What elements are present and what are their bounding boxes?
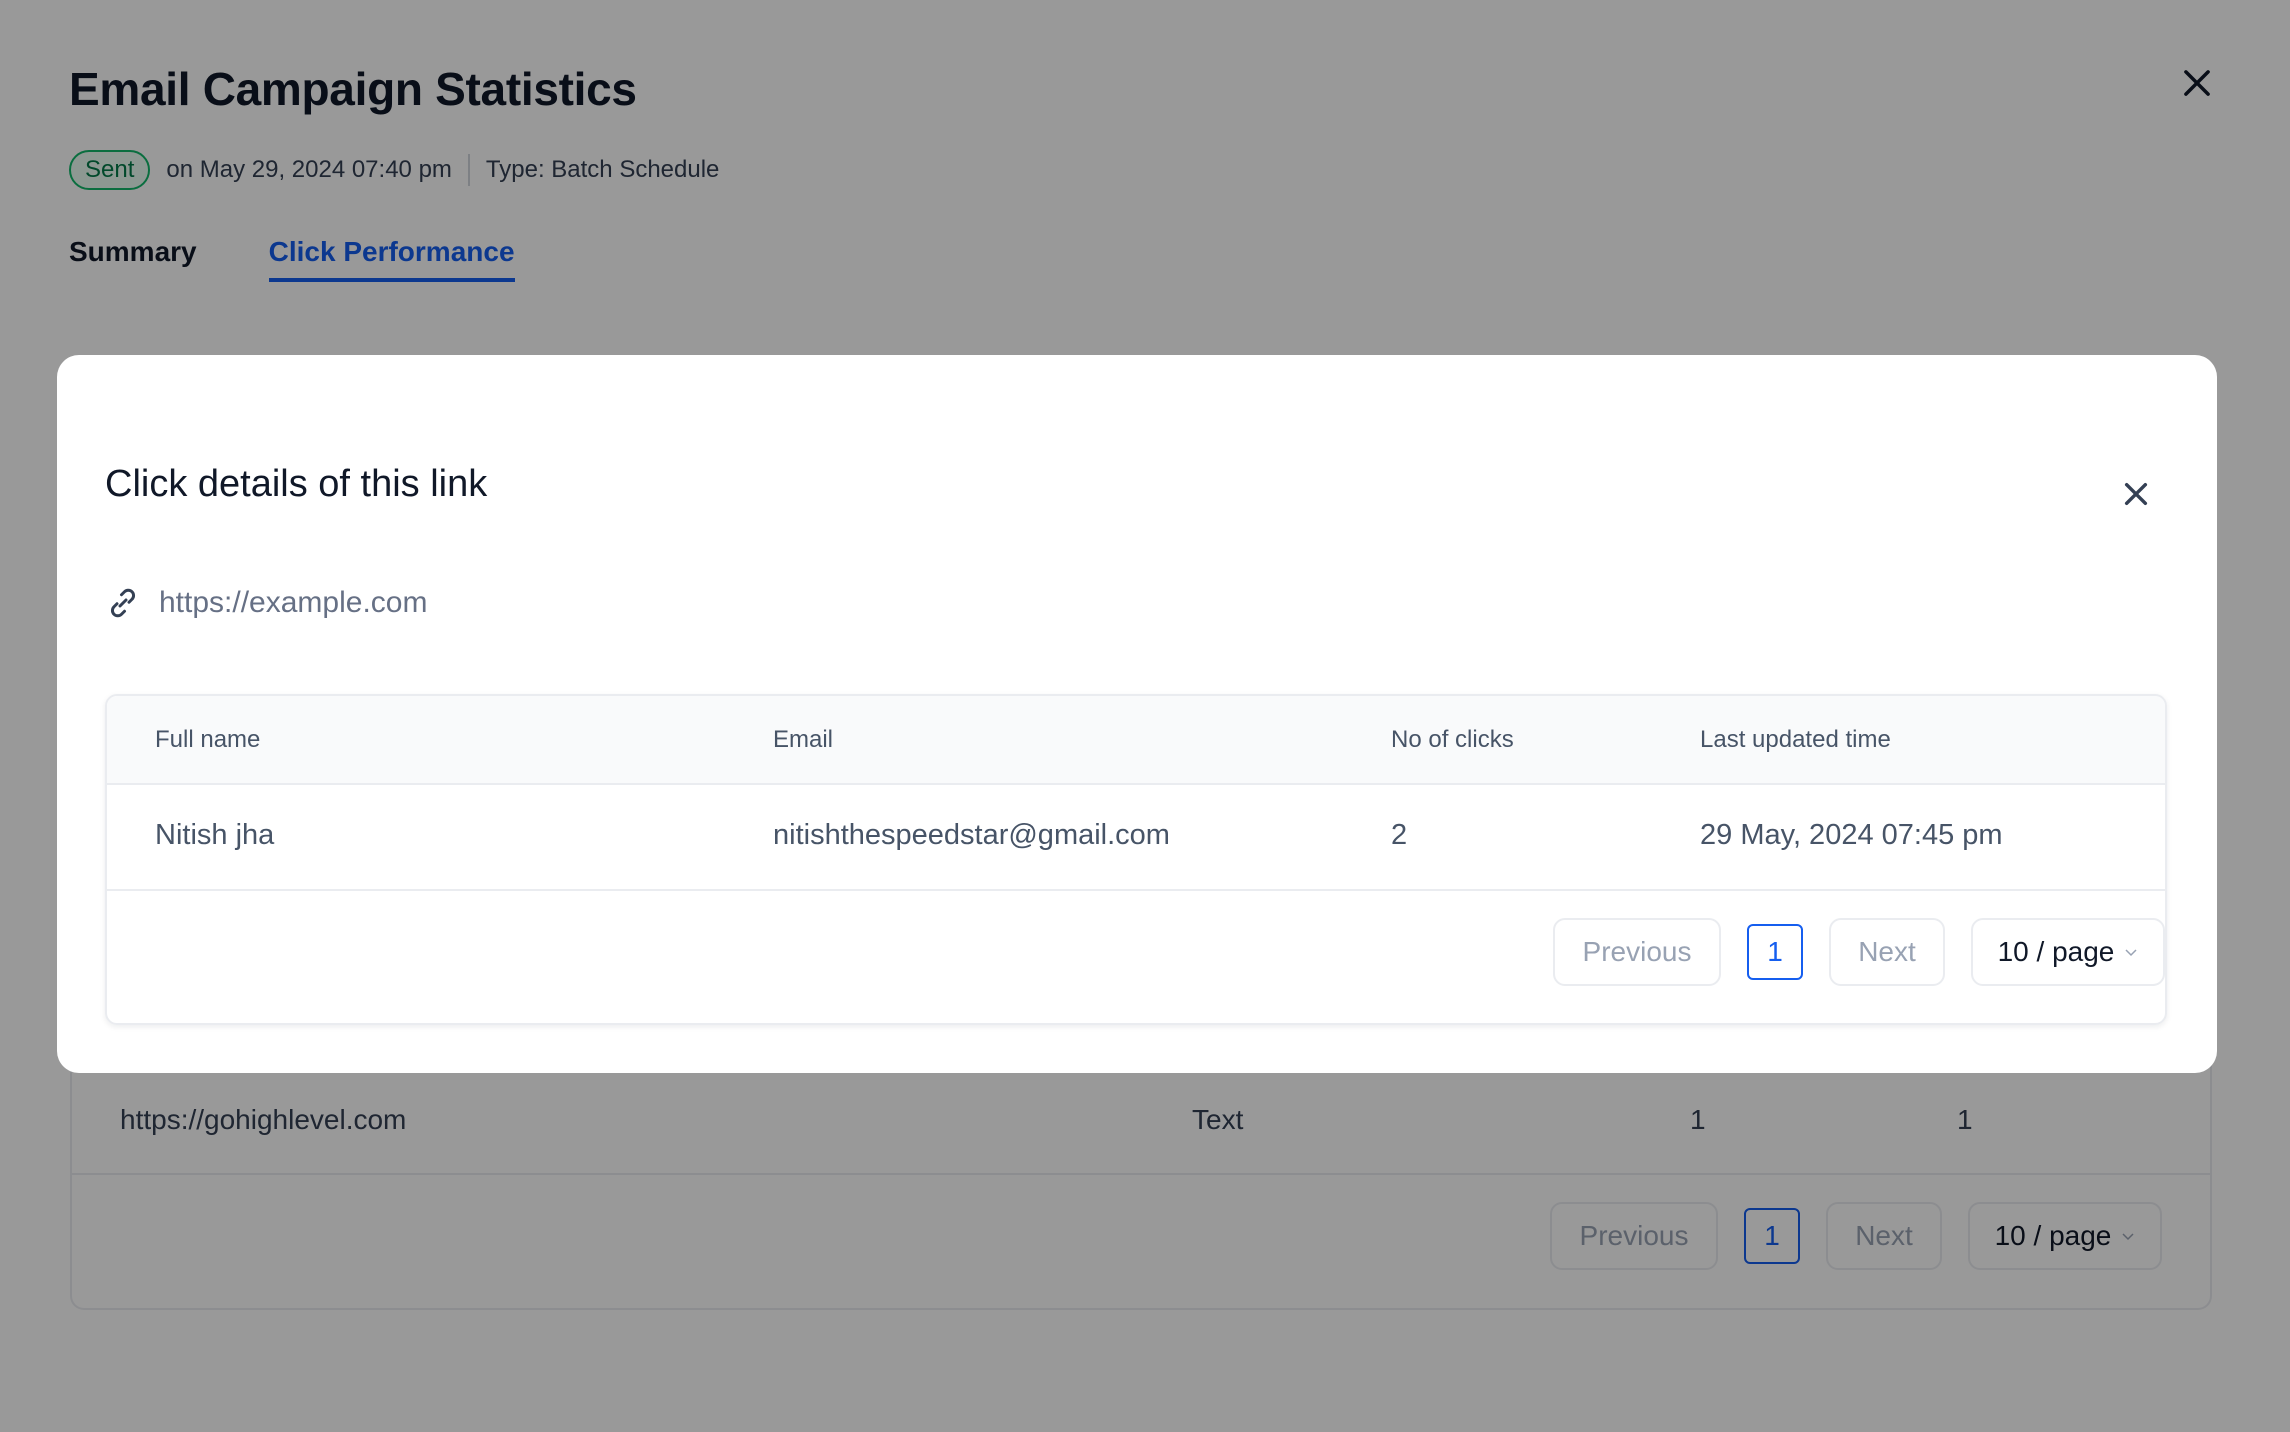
- previous-button[interactable]: Previous: [1553, 918, 1721, 986]
- link-url: https://example.com: [159, 586, 428, 619]
- pagination: Previous 1 Next 10 / page: [1553, 918, 2165, 986]
- page-size-select[interactable]: 10 / page: [1971, 918, 2165, 986]
- page-size-value: 10 / page: [1997, 936, 2115, 967]
- click-details-modal: Click details of this link https://examp…: [57, 355, 2217, 1073]
- close-icon[interactable]: [2120, 478, 2152, 510]
- cell-clicks: 2: [1391, 819, 1408, 851]
- page-1-button[interactable]: 1: [1747, 924, 1803, 980]
- column-header-last-updated[interactable]: Last updated time: [1700, 726, 1891, 754]
- column-header-full-name[interactable]: Full name: [155, 726, 260, 754]
- column-header-email[interactable]: Email: [773, 726, 833, 754]
- click-details-table: Full name Email No of clicks Last update…: [105, 694, 2167, 1025]
- table-header: Full name Email No of clicks Last update…: [107, 696, 2165, 785]
- cell-last-updated: 29 May, 2024 07:45 pm: [1700, 819, 2003, 851]
- link-info: https://example.com: [105, 585, 427, 621]
- table-row: Nitish jha nitishthespeedstar@gmail.com …: [107, 785, 2165, 891]
- cell-full-name: Nitish jha: [155, 819, 275, 851]
- next-button[interactable]: Next: [1829, 918, 1945, 986]
- chevron-down-icon: [2125, 949, 2137, 957]
- column-header-clicks[interactable]: No of clicks: [1391, 726, 1514, 754]
- link-icon: [110, 588, 136, 618]
- cell-email: nitishthespeedstar@gmail.com: [773, 819, 1170, 851]
- modal-title: Click details of this link: [105, 463, 488, 505]
